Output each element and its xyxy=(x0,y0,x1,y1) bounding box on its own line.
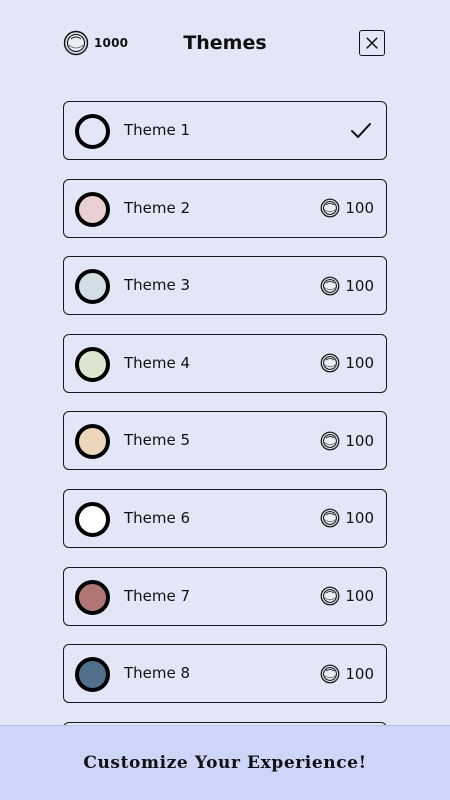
coin-icon xyxy=(320,664,340,684)
theme-swatch xyxy=(75,657,110,693)
close-button[interactable] xyxy=(359,30,385,56)
footer-text: Customize Your Experience! xyxy=(83,753,367,773)
theme-item[interactable]: Theme 7 100 xyxy=(63,566,387,626)
theme-name: Theme 6 xyxy=(124,508,191,527)
price-value: 100 xyxy=(345,199,374,218)
theme-item[interactable]: Theme 8 100 xyxy=(63,644,387,704)
theme-price: 100 xyxy=(320,568,374,625)
theme-name: Theme 8 xyxy=(124,664,191,683)
theme-swatch xyxy=(75,114,110,149)
price-value: 100 xyxy=(345,509,374,528)
theme-list: Theme 1 Theme 2 100 Theme 3 100 Theme 4 100 The… xyxy=(63,101,387,799)
theme-name: Theme 1 xyxy=(124,121,191,139)
coin-icon xyxy=(320,276,340,296)
header: 1000 Themes xyxy=(0,0,450,86)
theme-swatch xyxy=(75,346,110,382)
theme-name: Theme 5 xyxy=(124,431,191,450)
price-value: 100 xyxy=(345,664,374,683)
price-value: 100 xyxy=(345,354,374,373)
theme-swatch xyxy=(75,191,110,227)
checkmark-icon xyxy=(351,123,371,138)
theme-item[interactable]: Theme 3 100 xyxy=(63,256,387,316)
theme-name: Theme 2 xyxy=(124,198,191,217)
theme-name: Theme 7 xyxy=(124,586,191,605)
footer-banner: Customize Your Experience! xyxy=(0,725,450,800)
theme-swatch xyxy=(75,424,110,460)
price-value: 100 xyxy=(345,587,374,606)
theme-swatch xyxy=(75,501,110,537)
close-icon xyxy=(366,37,378,49)
theme-price: 100 xyxy=(320,412,374,469)
price-value: 100 xyxy=(345,431,374,450)
theme-item[interactable]: Theme 6 100 xyxy=(63,488,387,548)
coin-icon xyxy=(320,509,340,528)
theme-price: 100 xyxy=(320,257,374,314)
theme-price: 100 xyxy=(320,645,374,702)
theme-item[interactable]: Theme 4 100 xyxy=(63,333,387,393)
theme-item[interactable]: Theme 1 xyxy=(63,101,387,160)
theme-price: 100 xyxy=(320,180,374,237)
theme-item[interactable]: Theme 5 100 xyxy=(63,411,387,471)
theme-swatch xyxy=(75,579,110,615)
price-value: 100 xyxy=(345,276,374,295)
coin-icon xyxy=(320,431,340,451)
theme-swatch xyxy=(75,269,110,305)
theme-name: Theme 3 xyxy=(124,276,191,295)
theme-price: 100 xyxy=(320,335,374,392)
coin-icon xyxy=(320,353,340,373)
coin-icon xyxy=(320,586,340,606)
theme-item[interactable]: Theme 2 100 xyxy=(63,178,387,238)
theme-name: Theme 4 xyxy=(124,353,191,372)
coin-icon xyxy=(320,198,340,218)
theme-price: 100 xyxy=(320,490,374,547)
